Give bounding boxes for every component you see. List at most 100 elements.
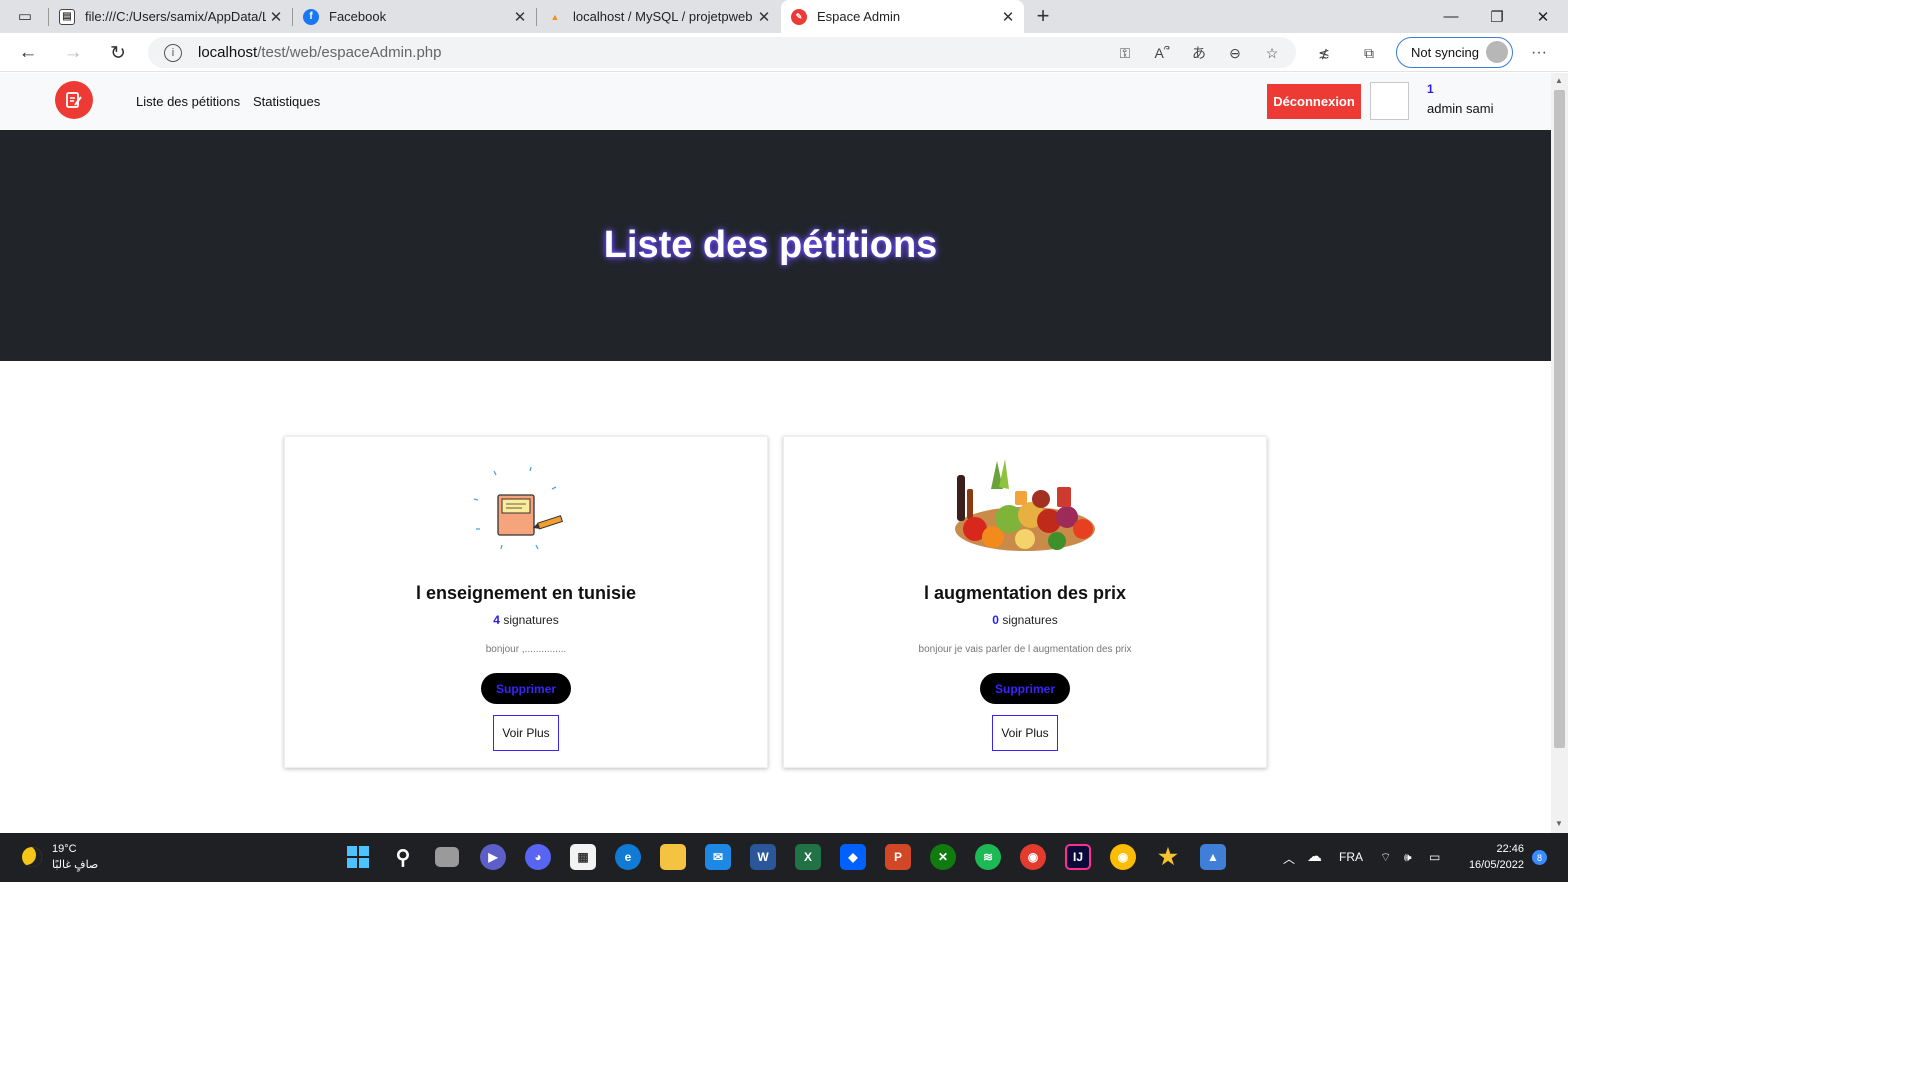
tab-actions-icon[interactable]: ▭ [11, 2, 39, 30]
chrome-icon[interactable]: ◉ [1020, 844, 1046, 870]
start-icon[interactable] [345, 844, 371, 870]
page-scrollbar[interactable]: ▲ ▼ [1551, 73, 1568, 833]
signature-label: signatures [503, 613, 559, 627]
task-view-icon[interactable] [435, 847, 459, 867]
back-icon[interactable]: ← [14, 39, 42, 67]
hero-banner: Liste des pétitions [0, 130, 1551, 361]
tab-title: file:///C:/Users/samix/AppData/L [85, 9, 266, 24]
petition-card: l augmentation des prix 0 signatures bon… [783, 436, 1267, 768]
language-indicator[interactable]: FRA [1339, 850, 1363, 864]
intellij-icon[interactable]: IJ [1065, 844, 1091, 870]
word-icon[interactable]: W [750, 844, 776, 870]
clock[interactable]: 22:46 16/05/2022 [1462, 841, 1524, 873]
address-toolbar: ← → ↻ i localhost/test/web/espaceAdmin.p… [0, 33, 1568, 72]
groceries-photo [945, 459, 1105, 559]
spotify-icon[interactable]: ≋ [975, 844, 1001, 870]
chrome-profile-icon[interactable]: ◉ [1110, 844, 1136, 870]
store-icon[interactable]: ▦ [570, 844, 596, 870]
file-pdf-icon: ▤ [59, 8, 75, 25]
collections-icon[interactable]: ⧉ [1357, 41, 1381, 65]
show-hidden-icons[interactable]: ︿ [1283, 850, 1295, 867]
petition-card: l enseignement en tunisie 4 signatures b… [284, 436, 768, 768]
petition-description: bonjour je vais parler de l augmentation… [918, 644, 1132, 655]
notification-badge[interactable]: 8 [1532, 850, 1547, 865]
tab-title: Facebook [329, 9, 387, 24]
scroll-up-icon[interactable]: ▲ [1555, 76, 1563, 85]
file-explorer-icon[interactable] [660, 844, 686, 870]
url-host: localhost [198, 44, 258, 61]
tab-file[interactable]: ▤ file:///C:/Users/samix/AppData/L ✕ [49, 0, 292, 33]
url-path: /test/web/espaceAdmin.php [257, 44, 442, 61]
sync-button[interactable]: Not syncing [1396, 37, 1513, 68]
excel-icon[interactable]: X [795, 844, 821, 870]
edge-icon[interactable]: e [615, 844, 641, 870]
time: 22:46 [1496, 843, 1524, 855]
facebook-icon: f [303, 8, 319, 25]
site-logo[interactable] [55, 81, 93, 119]
xbox-icon[interactable]: ✕ [930, 844, 956, 870]
tab-facebook[interactable]: f Facebook ✕ [293, 0, 536, 33]
restore-icon[interactable]: ❐ [1474, 0, 1520, 33]
favorites-icon[interactable]: ≴ [1312, 41, 1336, 65]
sync-label: Not syncing [1411, 45, 1479, 60]
nav-link-statistiques[interactable]: Statistiques [253, 94, 320, 109]
tab-phpmyadmin[interactable]: ▲ localhost / MySQL / projetpweb ✕ [537, 0, 780, 33]
scrollbar-thumb[interactable] [1554, 90, 1565, 748]
refresh-icon[interactable]: ↻ [104, 39, 132, 67]
forward-icon[interactable]: → [59, 39, 87, 67]
delete-button[interactable]: Supprimer [980, 673, 1070, 704]
weather-text: صافٍ غالبًا [52, 859, 99, 871]
delete-button[interactable]: Supprimer [481, 673, 571, 704]
search-icon[interactable]: ⚲ [390, 844, 416, 870]
add-favorite-icon[interactable]: ☆ [1260, 41, 1284, 65]
close-icon[interactable]: ✕ [266, 8, 286, 26]
profile-avatar [1486, 41, 1508, 63]
taskbar: 19°C صافٍ غالبًا ⚲ ▶ ◕ ▦ e ✉ W X ◆ P ✕ ≋… [0, 833, 1568, 882]
weather-widget[interactable]: 19°C صافٍ غالبًا [22, 841, 98, 873]
site-icon: ✎ [791, 8, 807, 25]
site-navbar: Liste des pétitions Statistiques Déconne… [0, 73, 1551, 130]
window-close-icon[interactable]: ✕ [1520, 0, 1566, 33]
signature-number: 4 [493, 613, 500, 627]
more-icon[interactable]: ··· [1527, 41, 1551, 65]
zoom-icon[interactable]: ⊖ [1223, 41, 1247, 65]
site-info-icon[interactable]: i [164, 43, 182, 62]
new-tab-icon[interactable]: + [1029, 2, 1057, 30]
dropbox-icon[interactable]: ◆ [840, 844, 866, 870]
page-title: Liste des pétitions [603, 224, 938, 266]
logout-button[interactable]: Déconnexion [1267, 84, 1361, 119]
photos-icon[interactable]: ▲ [1200, 844, 1226, 870]
scroll-down-icon[interactable]: ▼ [1555, 819, 1563, 828]
signature-label: signatures [1002, 613, 1058, 627]
user-id: 1 [1427, 82, 1434, 96]
nav-link-petitions[interactable]: Liste des pétitions [136, 94, 240, 109]
view-more-button[interactable]: Voir Plus [493, 715, 559, 751]
edit-document-icon [66, 92, 82, 108]
tab-title: Espace Admin [817, 9, 901, 24]
key-icon[interactable]: ⚿ [1113, 41, 1137, 65]
minimize-icon[interactable]: — [1428, 0, 1474, 33]
close-icon[interactable]: ✕ [510, 8, 530, 26]
close-icon[interactable]: ✕ [998, 8, 1018, 26]
volume-icon[interactable]: 🕪 [1404, 850, 1412, 865]
view-more-button[interactable]: Voir Plus [992, 715, 1058, 751]
discord-icon[interactable]: ◕ [525, 844, 551, 870]
petition-title: l augmentation des prix [923, 583, 1127, 603]
phpmyadmin-icon: ▲ [550, 11, 560, 22]
mail-icon[interactable]: ✉ [705, 844, 731, 870]
tab-title: localhost / MySQL / projetpweb [573, 9, 753, 24]
browser-tab-bar: ▭ ▤ file:///C:/Users/samix/AppData/L ✕ f… [0, 0, 1568, 33]
notebook-pencil-illustration [446, 459, 606, 559]
translate-icon[interactable]: あ [1187, 41, 1211, 65]
read-aloud-icon[interactable]: A՞ [1150, 41, 1174, 65]
date: 16/05/2022 [1468, 859, 1524, 871]
star-app-icon[interactable]: ★ [1155, 844, 1181, 870]
battery-icon[interactable]: ▭ [1429, 850, 1440, 864]
temperature: 19°C [52, 843, 77, 855]
powerpoint-icon[interactable]: P [885, 844, 911, 870]
wifi-icon[interactable]: ⌔ [1380, 850, 1391, 865]
close-icon[interactable]: ✕ [754, 8, 774, 26]
tab-espace-admin[interactable]: ✎ Espace Admin ✕ [781, 0, 1024, 33]
teams-chat-icon[interactable]: ▶ [480, 844, 506, 870]
onedrive-icon[interactable]: ☁ [1307, 847, 1322, 865]
